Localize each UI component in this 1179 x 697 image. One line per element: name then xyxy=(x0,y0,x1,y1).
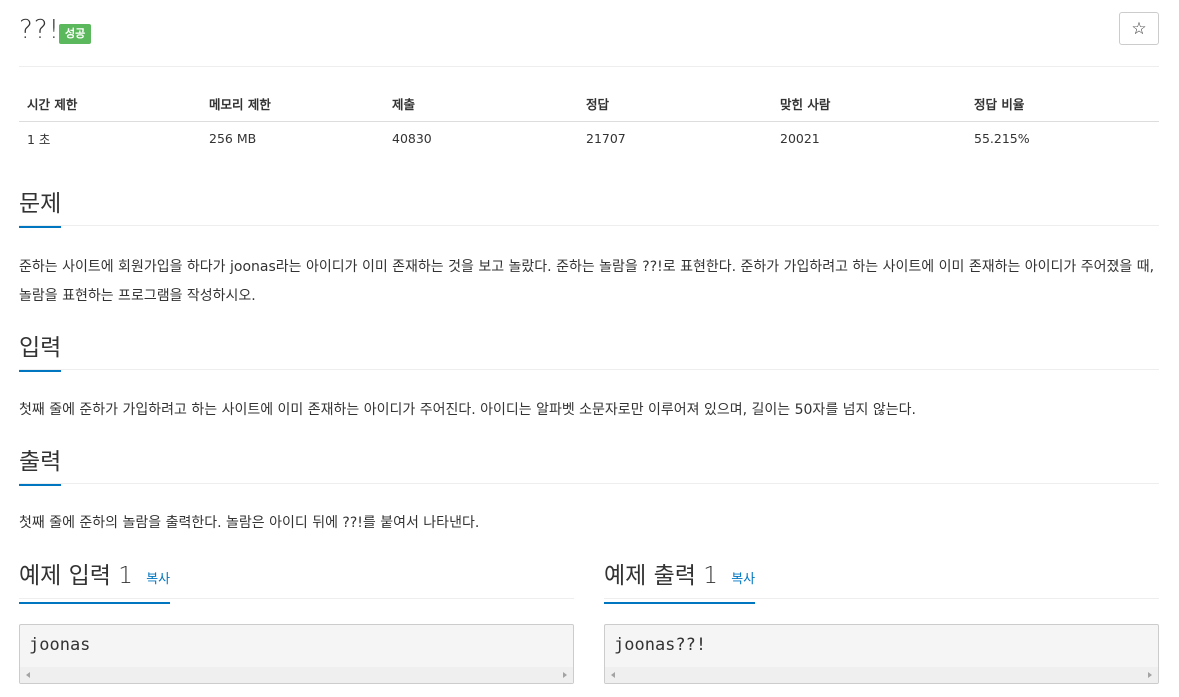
sample-output-scrollbar[interactable] xyxy=(605,667,1158,683)
problem-section-title: 문제 xyxy=(19,188,62,228)
header-time-limit: 시간 제한 xyxy=(19,86,201,122)
scroll-right-icon[interactable] xyxy=(1148,672,1152,678)
sample-input-content: joonas xyxy=(29,635,91,655)
scroll-left-icon[interactable] xyxy=(26,672,30,678)
star-icon: ☆ xyxy=(1131,18,1147,39)
sample-output-box[interactable]: joonas??! xyxy=(604,624,1159,684)
title-divider xyxy=(19,66,1159,67)
sample-output-content: joonas??! xyxy=(614,635,707,655)
header-submissions: 제출 xyxy=(384,86,578,122)
value-accepted[interactable]: 21707 xyxy=(578,121,772,156)
table-header-row: 시간 제한 메모리 제한 제출 정답 맞힌 사람 정답 비율 xyxy=(19,86,1159,122)
header-accept-ratio: 정답 비율 xyxy=(966,86,1159,122)
value-memory-limit: 256 MB xyxy=(209,131,257,147)
header-solved-users: 맞힌 사람 xyxy=(772,86,966,122)
scroll-left-icon[interactable] xyxy=(611,672,615,678)
value-time-limit: 1 초 xyxy=(27,132,51,148)
sample-input-panel: 예제 입력 1 복사 joonas xyxy=(19,558,574,684)
output-description: 첫째 줄에 준하의 놀람을 출력한다. 놀람은 아이디 뒤에 ??!를 붙여서 … xyxy=(19,515,480,531)
problem-info-table: 시간 제한 메모리 제한 제출 정답 맞힌 사람 정답 비율 1 초 256 M… xyxy=(19,86,1159,156)
sample-input-box[interactable]: joonas xyxy=(19,624,574,684)
sample-input-title: 예제 입력 1 xyxy=(19,563,133,589)
value-submissions[interactable]: 40830 xyxy=(384,121,578,156)
sample-input-scrollbar[interactable] xyxy=(20,667,573,683)
input-section-header: 입력 xyxy=(19,330,1159,372)
header-accepted: 정답 xyxy=(578,86,772,122)
problem-title: ??! xyxy=(19,15,61,45)
problem-section-header: 문제 xyxy=(19,186,1159,228)
input-section-title: 입력 xyxy=(19,332,62,372)
problem-title-row: ??! 성공 ☆ xyxy=(19,12,1159,48)
copy-sample-input-link[interactable]: 복사 xyxy=(146,572,170,587)
scroll-right-icon[interactable] xyxy=(563,672,567,678)
table-row: 1 초 256 MB 40830 21707 20021 55.215% xyxy=(19,121,1159,156)
problem-description: 준하는 사이트에 회원가입을 하다가 joonas라는 아이디가 이미 존재하는… xyxy=(19,259,1155,304)
sample-output-panel: 예제 출력 1 복사 joonas??! xyxy=(604,558,1159,684)
sample-output-header: 예제 출력 1 복사 xyxy=(604,558,1159,604)
value-accept-ratio: 55.215% xyxy=(974,131,1030,147)
output-section-header: 출력 xyxy=(19,444,1159,486)
status-badge: 성공 xyxy=(59,24,92,44)
star-button[interactable]: ☆ xyxy=(1119,12,1159,45)
output-section-title: 출력 xyxy=(19,446,62,486)
input-description: 첫째 줄에 준하가 가입하려고 하는 사이트에 이미 존재하는 아이디가 주어진… xyxy=(19,402,916,418)
sample-output-title: 예제 출력 1 xyxy=(604,563,718,589)
value-solved-users[interactable]: 20021 xyxy=(772,121,966,156)
copy-sample-output-link[interactable]: 복사 xyxy=(731,572,755,587)
sample-input-header: 예제 입력 1 복사 xyxy=(19,558,574,604)
header-memory-limit: 메모리 제한 xyxy=(201,86,384,122)
